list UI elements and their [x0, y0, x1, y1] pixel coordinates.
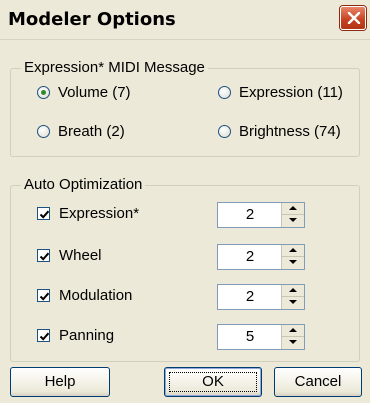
radio-expression-label: Expression (11) — [239, 84, 343, 101]
checkbox-wheel-label: Wheel — [59, 247, 102, 264]
cancel-button-label: Cancel — [294, 373, 342, 390]
checkmark-icon — [37, 289, 50, 302]
wheel-spinner-value[interactable]: 2 — [218, 245, 282, 269]
spin-up-arrow-icon[interactable] — [282, 285, 304, 297]
checkmark-icon — [37, 207, 50, 220]
help-button[interactable]: Help — [10, 367, 110, 397]
checkmark-icon — [37, 249, 50, 262]
close-button[interactable] — [340, 6, 366, 30]
ok-button-label: OK — [202, 373, 224, 390]
help-button-label: Help — [44, 373, 76, 390]
checkbox-panning-label: Panning — [59, 327, 115, 344]
modulation-spinner-value[interactable]: 2 — [218, 285, 282, 309]
spin-down-arrow-icon[interactable] — [282, 297, 304, 309]
spin-down-arrow-icon[interactable] — [282, 337, 304, 349]
spin-down-arrow-icon[interactable] — [282, 257, 304, 269]
wheel-spinner[interactable]: 2 — [217, 244, 305, 270]
auto-optimization-legend: Auto Optimization — [21, 176, 146, 194]
radio-brightness-label: Brightness (74) — [239, 123, 341, 140]
midi-message-legend: Expression* MIDI Message — [21, 59, 208, 77]
checkbox-modulation-label: Modulation — [59, 287, 133, 304]
spin-down-arrow-icon[interactable] — [282, 215, 304, 227]
radio-breath[interactable]: Breath (2) — [37, 123, 125, 140]
radio-volume[interactable]: Volume (7) — [37, 84, 131, 101]
spin-up-arrow-icon[interactable] — [282, 245, 304, 257]
expression-spinner[interactable]: 2 — [217, 202, 305, 228]
radio-expression[interactable]: Expression (11) — [218, 84, 343, 101]
modulation-spinner[interactable]: 2 — [217, 284, 305, 310]
close-icon — [347, 12, 361, 24]
checkbox-wheel[interactable]: Wheel — [37, 247, 102, 264]
checkmark-icon — [37, 329, 50, 342]
radio-unselected-icon — [37, 125, 50, 138]
radio-brightness[interactable]: Brightness (74) — [218, 123, 341, 140]
cancel-button[interactable]: Cancel — [274, 367, 362, 397]
expression-spinner-value[interactable]: 2 — [218, 203, 282, 227]
radio-unselected-icon — [218, 125, 231, 138]
panning-spinner-value[interactable]: 5 — [218, 325, 282, 349]
window-title: Modeler Options — [8, 9, 176, 30]
checkbox-expression-label: Expression* — [59, 205, 140, 222]
ok-button[interactable]: OK — [164, 367, 262, 397]
auto-optimization-group: Auto Optimization Expression* 2 Wheel 2 — [10, 176, 360, 362]
spin-up-arrow-icon[interactable] — [282, 325, 304, 337]
panning-spinner[interactable]: 5 — [217, 324, 305, 350]
title-bar[interactable]: Modeler Options — [0, 0, 370, 40]
radio-breath-label: Breath (2) — [58, 123, 125, 140]
checkbox-expression[interactable]: Expression* — [37, 205, 139, 222]
radio-unselected-icon — [218, 86, 231, 99]
midi-message-group: Expression* MIDI Message Volume (7) Expr… — [10, 59, 360, 157]
checkbox-modulation[interactable]: Modulation — [37, 287, 132, 304]
radio-selected-icon — [37, 86, 50, 99]
radio-volume-label: Volume (7) — [58, 84, 131, 101]
spin-up-arrow-icon[interactable] — [282, 203, 304, 215]
modeler-options-dialog: Modeler Options Expression* MIDI Message… — [0, 0, 370, 403]
checkbox-panning[interactable]: Panning — [37, 327, 114, 344]
